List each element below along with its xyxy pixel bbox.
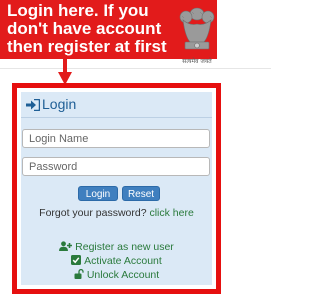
- login-button[interactable]: Login: [78, 186, 118, 201]
- forgot-password-text: Forgot your password?: [39, 207, 147, 219]
- forgot-password-row: Forgot your password? click here: [21, 207, 212, 219]
- down-arrow-icon: [58, 55, 72, 85]
- activate-account-link[interactable]: Activate Account: [21, 255, 212, 267]
- emblem-motto: सत्यमेव जयते: [182, 58, 212, 65]
- reset-button[interactable]: Reset: [122, 186, 160, 201]
- login-panel: Login Login Reset Forgot your password? …: [21, 92, 212, 285]
- unlock-icon: [74, 268, 84, 279]
- unlock-account-label: Unlock Account: [86, 269, 160, 281]
- page: Login here. If you don't have account th…: [0, 0, 271, 300]
- activate-account-label: Activate Account: [84, 255, 162, 267]
- password-input[interactable]: [22, 157, 210, 176]
- header-divider: [0, 68, 271, 69]
- sign-in-icon: [26, 98, 41, 112]
- user-plus-icon: [59, 241, 73, 251]
- register-link[interactable]: Register as new user: [21, 241, 212, 253]
- unlock-account-link[interactable]: Unlock Account: [21, 268, 212, 281]
- check-square-icon: [71, 255, 82, 265]
- login-title: Login: [42, 96, 77, 112]
- forgot-password-link[interactable]: click here: [149, 207, 193, 219]
- login-panel-header: Login: [21, 92, 212, 118]
- login-highlight-frame: Login Login Reset Forgot your password? …: [12, 83, 221, 294]
- register-link-label: Register as new user: [75, 241, 174, 253]
- login-name-input[interactable]: [22, 129, 210, 148]
